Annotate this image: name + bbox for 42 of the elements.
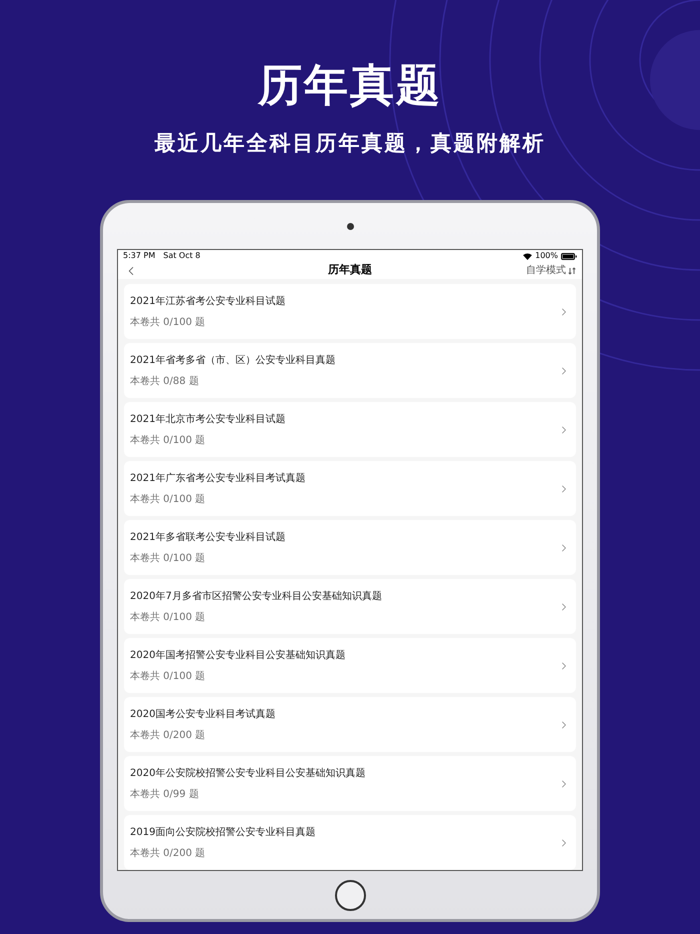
paper-title: 2021年省考多省（市、区）公安专业科目真题 [130, 354, 336, 366]
paper-card[interactable]: 2020年国考招警公安专业科目公安基础知识真题 本卷共 0/100 题 [124, 638, 576, 693]
tagline: 最近几年全科目历年真题，真题附解析 [154, 130, 546, 157]
question-count: 本卷共 0/200 题 [130, 848, 206, 860]
status-time: 5:37 PM [123, 250, 156, 262]
paper-card[interactable]: 2020年7月多省市区招警公安专业科目公安基础知识真题 本卷共 0/100 题 [124, 579, 576, 634]
paper-title: 2020年国考招警公安专业科目公安基础知识真题 [130, 648, 346, 662]
paper-card[interactable]: 2021年北京市考公安专业科目试题 本卷共 0/100 题 [124, 402, 576, 457]
question-count: 本卷共 0/100 题 [130, 494, 206, 506]
wifi-icon [523, 252, 532, 260]
question-count: 本卷共 0/88 题 [130, 376, 200, 388]
question-count: 本卷共 0/100 题 [130, 670, 206, 682]
study-mode-button[interactable]: 自学模式 [526, 263, 576, 278]
battery-percent: 100% [535, 250, 558, 262]
question-count: 本卷共 0/100 题 [130, 612, 206, 624]
paper-title: 2020国考公安专业科目考试真题 [130, 708, 276, 720]
paper-title: 2019面向公安院校招警公安专业科目真题 [130, 826, 316, 838]
paper-card[interactable]: 2021年多省联考公安专业科目试题 本卷共 0/100 题 [124, 520, 576, 575]
paper-card[interactable]: 2019面向公安院校招警公安专业科目真题 本卷共 0/200 题 [124, 815, 576, 870]
nav-title: 历年真题 [328, 262, 372, 278]
paper-title: 2021年北京市考公安专业科目试题 [130, 412, 286, 426]
paper-title: 2021年广东省考公安专业科目考试真题 [130, 472, 306, 484]
paper-title: 2020年公安院校招警公安专业科目公安基础知识真题 [130, 766, 366, 780]
headline: 历年真题 [258, 59, 442, 113]
camera-icon [346, 222, 354, 230]
paper-title: 2021年江苏省考公安专业科目试题 [130, 294, 286, 308]
paper-title: 2021年多省联考公安专业科目试题 [130, 530, 286, 544]
status-date: Sat Oct 8 [163, 250, 200, 262]
paper-card[interactable]: 2021年广东省考公安专业科目考试真题 本卷共 0/100 题 [124, 461, 576, 516]
question-count: 本卷共 0/200 题 [130, 730, 206, 742]
question-count: 本卷共 0/100 题 [130, 316, 206, 328]
paper-card[interactable]: 2020年公安院校招警公安专业科目公安基础知识真题 本卷共 0/99 题 [124, 756, 576, 811]
question-count: 本卷共 0/100 题 [130, 552, 206, 564]
paper-card[interactable]: 2021年省考多省（市、区）公安专业科目真题 本卷共 0/88 题 [124, 343, 576, 398]
paper-card[interactable]: 2020国考公安专业科目考试真题 本卷共 0/200 题 [124, 697, 576, 752]
question-count: 本卷共 0/100 题 [130, 434, 206, 446]
battery-icon [561, 252, 577, 260]
question-count: 本卷共 0/99 题 [130, 788, 200, 800]
home-button[interactable] [334, 880, 366, 910]
paper-card[interactable]: 2021年江苏省考公安专业科目试题 本卷共 0/100 题 [124, 284, 576, 339]
paper-title: 2020年7月多省市区招警公安专业科目公安基础知识真题 [130, 590, 382, 602]
sort-icon [568, 266, 576, 274]
